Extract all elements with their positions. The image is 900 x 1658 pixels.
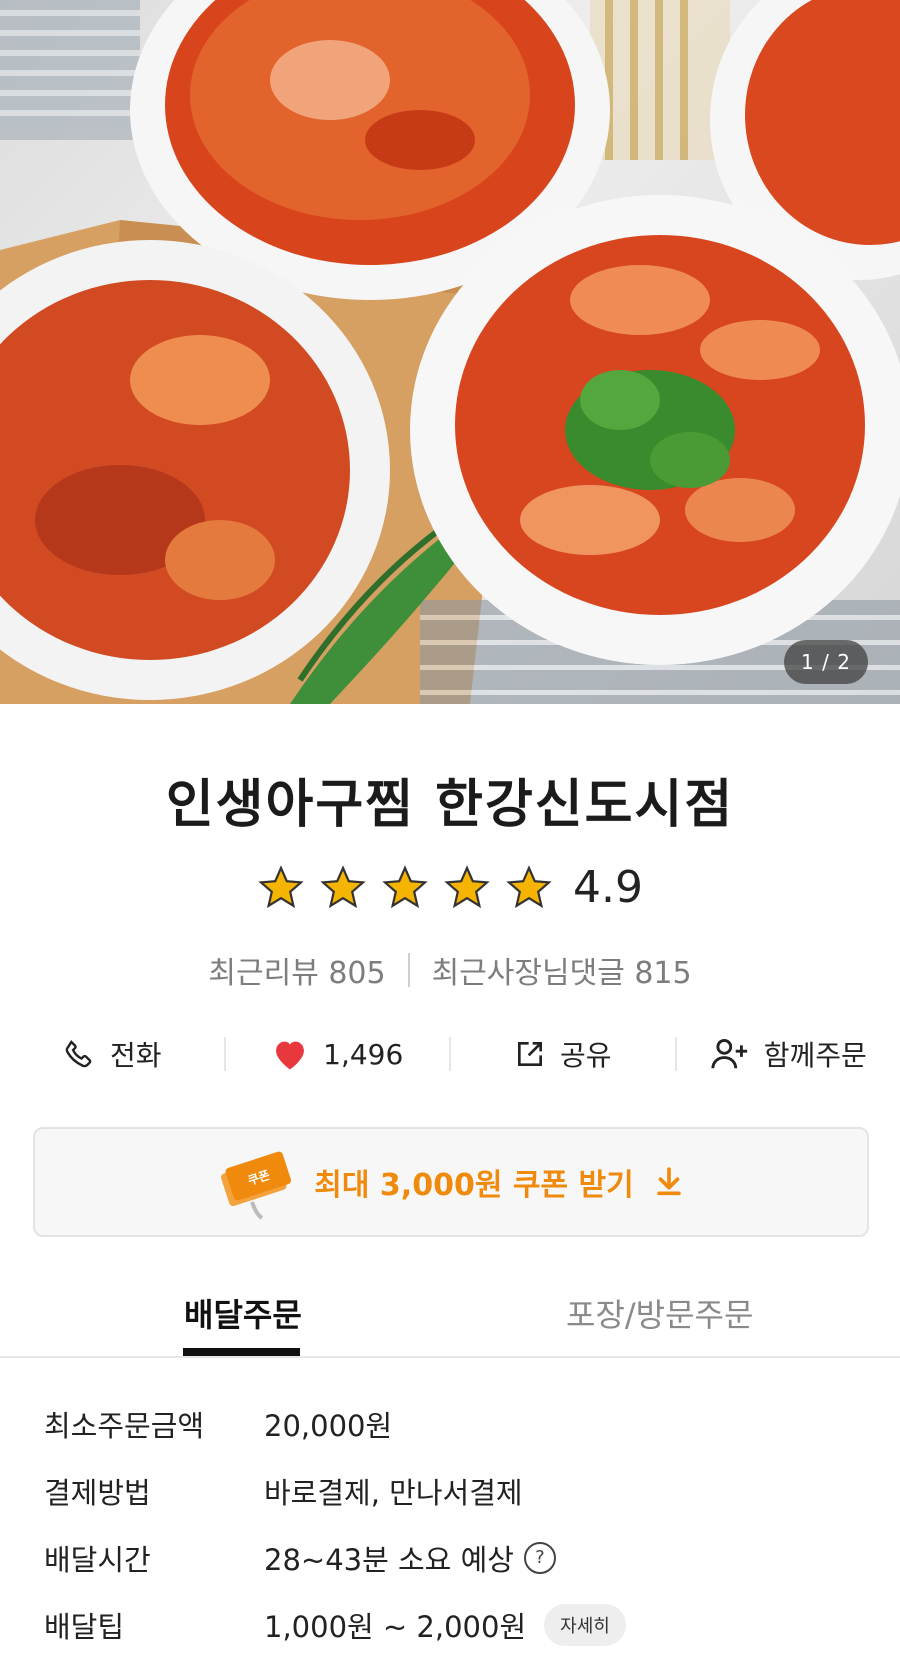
phone-icon <box>62 1037 96 1071</box>
recent-reviews-link[interactable]: 최근리뷰 805 <box>208 948 385 992</box>
coupon-label: 최대 3,000원 쿠폰 받기 <box>314 1160 633 1204</box>
info-label: 결제방법 <box>44 1470 264 1512</box>
star-icon <box>319 864 367 912</box>
info-value: 바로결제, 만나서결제 <box>264 1470 523 1512</box>
download-arrow-icon <box>652 1165 686 1199</box>
info-row-min-order: 최소주문금액 20,000원 <box>44 1390 864 1457</box>
coupon-ticket-icon: 쿠폰 <box>216 1142 296 1222</box>
divider <box>408 953 410 987</box>
add-person-icon <box>710 1036 750 1072</box>
info-row-delivery-tip: 배달팁 1,000원 ~ 2,000원 자세히 <box>44 1591 864 1658</box>
min-order-value: 20,000원 <box>264 1403 392 1445</box>
tab-delivery[interactable]: 배달주문 <box>184 1270 302 1356</box>
image-pager: 1 / 2 <box>784 640 868 684</box>
details-button[interactable]: 자세히 <box>544 1604 626 1646</box>
active-tab-indicator <box>183 1348 300 1356</box>
info-value: 1,000원 ~ 2,000원 자세히 <box>264 1604 626 1646</box>
group-order-label: 함께주문 <box>764 1034 867 1074</box>
star-icon <box>443 864 491 912</box>
delivery-time-value: 28~43분 소요 예상 <box>264 1537 514 1579</box>
share-icon <box>514 1038 546 1070</box>
hero-image[interactable]: 1 / 2 <box>0 0 900 704</box>
group-order-button[interactable]: 함께주문 <box>677 1034 900 1074</box>
order-type-tabs: 배달주문 포장/방문주문 <box>0 1270 900 1358</box>
action-bar: 전화 1,496 공유 함께주문 <box>0 1028 900 1080</box>
food-photo-illustration <box>0 0 900 704</box>
share-label: 공유 <box>560 1034 612 1074</box>
call-label: 전화 <box>110 1034 162 1074</box>
owner-replies-link[interactable]: 최근사장님댓글 815 <box>432 948 692 992</box>
info-label: 배달시간 <box>44 1537 264 1579</box>
info-row-delivery-time: 배달시간 28~43분 소요 예상 ? <box>44 1524 864 1591</box>
info-value: 28~43분 소요 예상 ? <box>264 1537 556 1579</box>
star-icon <box>257 864 305 912</box>
delivery-info: 최소주문금액 20,000원 결제방법 바로결제, 만나서결제 배달시간 28~… <box>44 1390 864 1658</box>
call-button[interactable]: 전화 <box>0 1034 224 1074</box>
share-button[interactable]: 공유 <box>451 1034 675 1074</box>
rating-row: 4.9 <box>0 862 900 913</box>
payment-value: 바로결제, 만나서결제 <box>264 1470 523 1512</box>
info-label: 배달팁 <box>44 1604 264 1646</box>
tab-pickup[interactable]: 포장/방문주문 <box>566 1270 753 1356</box>
info-row-payment: 결제방법 바로결제, 만나서결제 <box>44 1457 864 1524</box>
like-button[interactable]: 1,496 <box>226 1037 450 1071</box>
help-icon[interactable]: ? <box>524 1542 556 1574</box>
coupon-banner[interactable]: 쿠폰 최대 3,000원 쿠폰 받기 <box>33 1127 869 1237</box>
review-stats: 최근리뷰 805 최근사장님댓글 815 <box>0 948 900 992</box>
rating-value: 4.9 <box>573 862 643 913</box>
info-label: 최소주문금액 <box>44 1403 264 1445</box>
delivery-tip-value: 1,000원 ~ 2,000원 <box>264 1604 526 1646</box>
star-icon <box>505 864 553 912</box>
like-count: 1,496 <box>323 1038 403 1071</box>
info-value: 20,000원 <box>264 1403 392 1445</box>
store-name: 인생아구찜 한강신도시점 <box>0 762 900 837</box>
heart-icon <box>271 1037 309 1071</box>
star-icon <box>381 864 429 912</box>
